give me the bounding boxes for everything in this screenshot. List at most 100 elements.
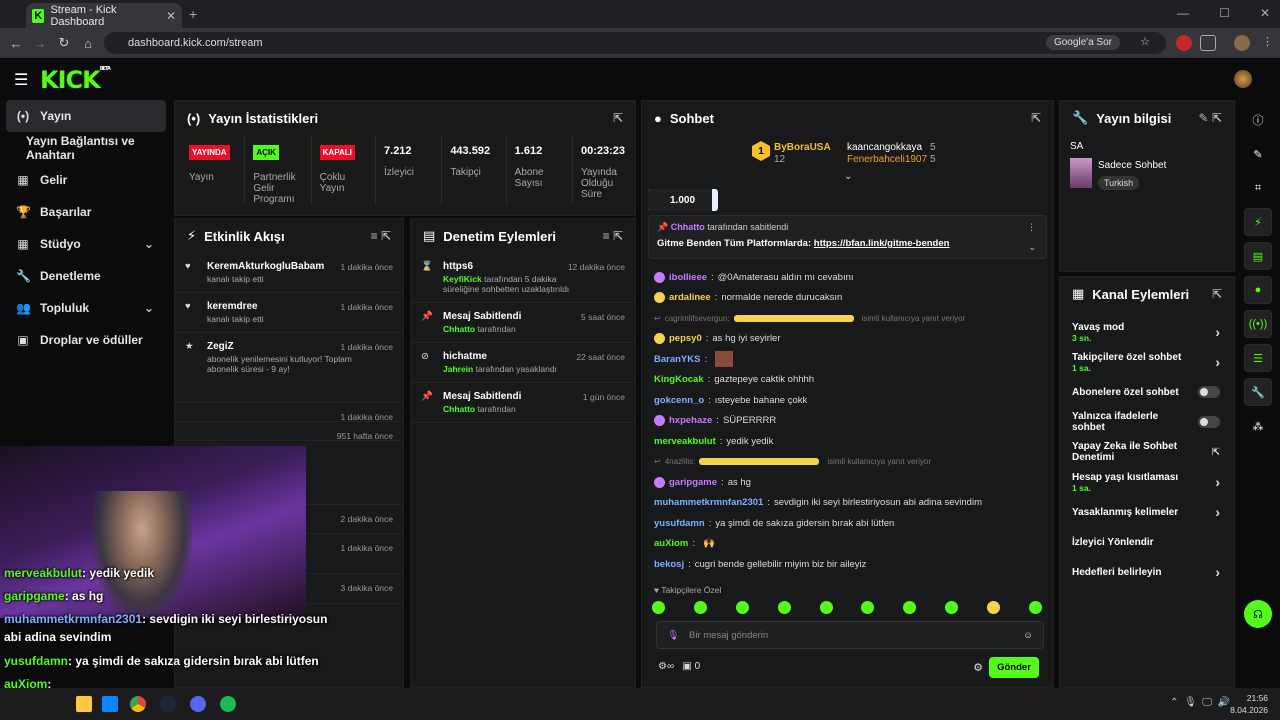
forward-icon[interactable]: → [28,36,52,51]
chat-username[interactable]: pepsy0 [669,333,702,344]
sidebar-item[interactable]: ▦ Stüdyo ⌄ [0,228,172,260]
activity-item[interactable]: 951 hafta önce [175,422,403,441]
channel-action[interactable]: Yasaklanmış kelimeler › [1060,497,1234,527]
sidebar-item[interactable]: 🔧 Denetleme [0,260,172,292]
clock[interactable]: 21:56 8.04.2026 [1230,692,1268,716]
document-icon[interactable]: ▤ [1244,242,1272,270]
emote-icon[interactable] [735,601,749,614]
settings-gear-icon[interactable]: ⚙ [973,661,983,674]
activity-item[interactable]: 1 dakika önce [175,403,403,422]
expand-chevron-icon[interactable]: ⌄ [844,171,852,182]
pinned-link[interactable]: https://bfan.link/gitme-benden [814,238,950,249]
chat-username[interactable]: yusufdamn [654,518,705,529]
folder-icon[interactable] [76,696,92,712]
chat-username[interactable]: ibollieee [669,272,707,283]
chat-username[interactable]: auXiom [654,538,688,549]
channel-action[interactable]: Takipçilere özel sohbet 1 sa. › [1060,347,1234,377]
chat-username[interactable]: garipgame [669,477,717,488]
chat-icon[interactable]: ● [1244,276,1272,304]
kick-logo[interactable]: KICKBETA [40,66,111,94]
chat-message[interactable]: muhammetkrmnfan2301: sevdigin iki seyi bi… [642,493,1053,514]
points-area[interactable]: ⚙∞ ▣ 0 [658,661,700,672]
google-ask-button[interactable]: Google'a Sor [1045,35,1120,50]
moderation-item[interactable]: 📌 Mesaj Sabitlendi Chhatto tarafından 1 gün… [411,383,635,423]
sidebar-item[interactable]: 🏆 Başarılar [0,196,172,228]
maximize-icon[interactable]: ☐ [1219,6,1230,20]
emote-icon[interactable] [903,601,917,614]
steam-icon[interactable] [160,696,176,712]
moderation-item[interactable]: ⌛ https6 KeyfiKick tarafından 5 dakika sür… [411,253,635,303]
pin-menu-icon[interactable]: ⋮ [1027,222,1036,233]
moderation-item[interactable]: 📌 Mesaj Sabitlendi Chhatto tarafından 5 saa… [411,303,635,343]
menu-dots-icon[interactable]: ⋮ [1262,35,1273,48]
filter-icon[interactable]: ≡ ⇱ [603,229,623,243]
chat-username[interactable]: merveakbulut [654,436,716,447]
back-icon[interactable]: ← [4,36,28,51]
emote-icon[interactable] [945,601,959,614]
activity-item[interactable]: ♥ keremdree kanalı takip etti 1 dakika önce [175,293,403,333]
emote-icon[interactable] [819,601,833,614]
chat-message[interactable]: gokcenn_o: ısteyebe bahane çokk [642,390,1053,411]
mic-icon[interactable]: 🎙 [667,630,679,641]
chat-username[interactable]: bekosj [654,559,684,570]
channel-action[interactable]: Yavaş mod 3 sn. › [1060,317,1234,347]
pinned-message[interactable]: 📌 Chhatto tarafından sabitlendi Gitme Be… [648,215,1047,259]
pencil-icon[interactable]: ✎ [1244,140,1272,168]
top-gifter-name[interactable]: ByBoraUSA [774,142,831,153]
gifter-name[interactable]: kaancangokkaya [847,142,922,153]
activity-item[interactable]: ♥ KeremAkturkogluBabam kanalı takip etti 1 … [175,253,403,293]
minimize-icon[interactable]: — [1177,6,1189,20]
chat-username[interactable]: muhammetkrmnfan2301 [654,497,763,508]
channel-action[interactable]: Yapay Zeka ile Sohbet Denetimi ⇱ [1060,437,1234,467]
channel-action[interactable]: Hesap yaşı kısıtlaması 1 sa. › [1060,467,1234,497]
chat-message[interactable]: ardalinee: normalde nerede durucaksın [642,288,1053,309]
crop-icon[interactable]: ⌗ [1244,174,1272,202]
chat-message[interactable]: ↩ cagrimlifsevergun: isimli kullanıcıya ya… [642,308,1053,329]
channel-action[interactable]: Hedefleri belirleyin › [1060,557,1234,587]
support-headset-icon[interactable]: ☊ [1244,600,1272,628]
info-icon[interactable]: ⓘ [1244,106,1272,134]
profile-icon[interactable] [1234,35,1250,51]
gifter-name[interactable]: Fenerbahceli1907 [847,154,927,165]
bookmark-star-icon[interactable]: ☆ [1140,35,1150,48]
filter-icon[interactable]: ≡ ⇱ [371,229,391,243]
emote-icon[interactable] [861,601,875,614]
chat-username[interactable]: ardalinee [669,292,711,303]
discord-icon[interactable] [190,696,206,712]
channel-action[interactable]: Abonelere özel sohbet [1060,377,1234,407]
emote-icon[interactable] [1028,601,1042,614]
chat-input[interactable]: 🎙 Bir mesaj gönderin ☺ [656,621,1044,649]
emote-icon[interactable] [777,601,791,614]
sidebar-item[interactable]: ▣ Droplar ve ödüller [0,324,172,356]
bolt-icon[interactable]: ⚡ [1244,208,1272,236]
hamburger-icon[interactable]: ☰ [14,70,28,90]
chat-username[interactable]: KingKocak [654,374,704,385]
url-field[interactable]: dashboard.kick.com/stream Google'a Sor ☆ [104,32,1166,54]
extension-icon[interactable] [1176,35,1192,51]
chat-message[interactable]: ibollieee: @0Amaterasu aldın mı cevabını [642,267,1053,288]
chat-message[interactable]: yusufdamn: ya şimdi de sakıza gidersin bı… [642,513,1053,534]
emote-icon[interactable] [652,601,665,614]
chat-message[interactable]: bekosj: cugri bende gellebilir miyim biz … [642,554,1053,575]
chat-message[interactable]: KingKocak: gaztepeye caktik ohhhh [642,370,1053,391]
channel-action[interactable]: Yalnızca ifadelerle sohbet [1060,407,1234,437]
channel-action[interactable]: İzleyici Yönlendir [1060,527,1234,557]
chrome-icon[interactable] [130,696,146,712]
chat-username[interactable]: BaranYKS [654,354,700,365]
chat-message[interactable]: ↩ 4nazlilis: isimli kullanıcıya yanıt veri… [642,452,1053,473]
popout-icon[interactable]: ⇱ [1212,287,1222,301]
close-window-icon[interactable]: ✕ [1260,6,1270,20]
new-tab-icon[interactable]: + [189,6,197,22]
tray-icons[interactable]: ⌃ 🎙 🖵 🔊 [1170,697,1230,708]
emote-icon[interactable] [987,601,1000,614]
chat-message[interactable]: hxpehaze: SÜPERRRR [642,411,1053,432]
popout-icon[interactable]: ⇱ [613,111,623,125]
chat-message[interactable]: auXiom: 🙌 [642,534,1053,555]
spotify-icon[interactable] [220,696,236,712]
share-icon[interactable]: ⁂ [1244,412,1272,440]
list-icon[interactable]: ☰ [1244,344,1272,372]
category-name[interactable]: Sadece Sohbet [1098,160,1166,171]
emoji-icon[interactable]: ☺ [1023,630,1033,641]
edit-icon[interactable]: ✎ ⇱ [1199,111,1222,125]
browser-tab[interactable]: K Stream - Kick Dashboard ✕ [26,3,182,28]
